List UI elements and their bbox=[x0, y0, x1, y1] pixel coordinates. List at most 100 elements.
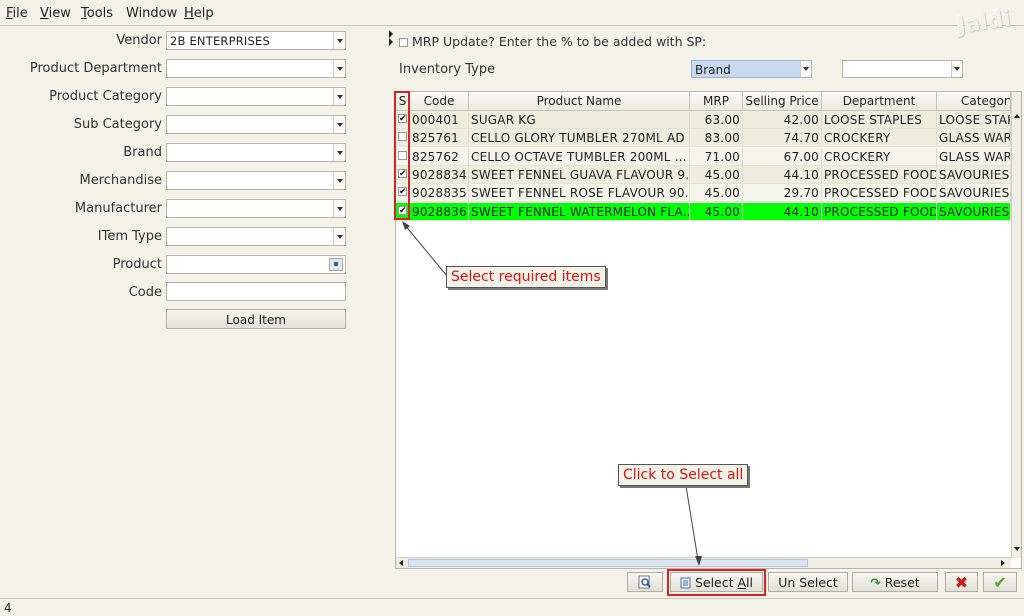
menu-file[interactable]: File bbox=[6, 6, 28, 21]
menu-window[interactable]: Window bbox=[126, 6, 177, 21]
cell-selling-price: 29.70 bbox=[743, 184, 822, 203]
ok-button[interactable]: ✔ bbox=[983, 572, 1017, 592]
product-department-combo[interactable] bbox=[166, 59, 346, 78]
cell-product-name: CELLO OCTAVE TUMBLER 200ML ... bbox=[469, 147, 690, 166]
chevron-down-icon[interactable] bbox=[951, 61, 962, 77]
preview-button[interactable] bbox=[627, 572, 663, 592]
cell-selling-price: 74.70 bbox=[743, 129, 822, 148]
inventory-value-combo[interactable] bbox=[842, 60, 963, 78]
mrp-update-option[interactable]: MRP Update? Enter the % to be added with… bbox=[399, 34, 706, 49]
cell-mrp: 83.00 bbox=[690, 129, 743, 148]
merchandise-combo[interactable] bbox=[166, 171, 346, 190]
item-type-combo[interactable] bbox=[166, 227, 346, 246]
mrp-update-label: MRP Update? Enter the % to be added with… bbox=[412, 34, 707, 49]
cell-department: PROCESSED FOOD bbox=[822, 184, 937, 203]
scroll-down-icon[interactable] bbox=[1014, 547, 1020, 551]
cell-code: 9028834 bbox=[410, 165, 469, 184]
sub-category-combo[interactable] bbox=[166, 115, 346, 134]
chevron-down-icon[interactable] bbox=[333, 172, 345, 189]
mrp-update-checkbox[interactable] bbox=[399, 38, 408, 47]
code-input[interactable] bbox=[166, 282, 346, 301]
product-category-combo[interactable] bbox=[166, 87, 346, 106]
bottom-toolbar: Select All Un Select ↷ Reset ✖ ✔ bbox=[0, 570, 1024, 596]
product-input[interactable] bbox=[166, 255, 346, 274]
magnifier-icon bbox=[638, 575, 651, 589]
table-row[interactable]: ✔ 9028835 SWEET FENNEL ROSE FLAVOUR 90... 4… bbox=[396, 184, 1011, 203]
horizontal-scrollbar[interactable] bbox=[396, 557, 1011, 568]
menu-tools[interactable]: Tools bbox=[81, 6, 113, 21]
cell-department: CROCKERY bbox=[822, 147, 937, 166]
cell-mrp: 71.00 bbox=[690, 147, 743, 166]
cell-product-name: SWEET FENNEL WATERMELON FLA... bbox=[469, 202, 690, 221]
vendor-value: 2B ENTERPRISES bbox=[170, 34, 270, 48]
splitter-arrow-icon[interactable] bbox=[389, 38, 393, 46]
grid-header: S Code Product Name MRP Selling Price De… bbox=[396, 92, 1021, 111]
cell-selling-price: 44.10 bbox=[743, 202, 822, 221]
callout-select-all: Click to Select all bbox=[618, 464, 749, 486]
chevron-down-icon[interactable] bbox=[333, 88, 345, 105]
items-grid: S Code Product Name MRP Selling Price De… bbox=[395, 91, 1022, 569]
chevron-down-icon[interactable] bbox=[333, 144, 345, 161]
cell-category: LOOSE STAPLES bbox=[937, 111, 1011, 129]
reset-label: Reset bbox=[884, 575, 920, 590]
table-row[interactable]: ✔ 9028834 SWEET FENNEL GUAVA FLAVOUR 9... 4… bbox=[396, 165, 1011, 184]
unselect-button[interactable]: Un Select bbox=[768, 572, 848, 592]
reset-icon: ↷ bbox=[870, 575, 881, 590]
sub-category-label: Sub Category bbox=[73, 117, 162, 132]
chevron-down-icon[interactable] bbox=[333, 200, 345, 217]
menu-bar: File View Tools Window Help bbox=[0, 0, 1024, 26]
cell-department: PROCESSED FOOD bbox=[822, 202, 937, 221]
cell-department: PROCESSED FOOD bbox=[822, 165, 937, 184]
cell-code: 825761 bbox=[410, 129, 469, 148]
table-row[interactable]: 825761 CELLO GLORY TUMBLER 270ML AD 83.00 7… bbox=[396, 129, 1011, 148]
cell-code: 825762 bbox=[410, 147, 469, 166]
reset-button[interactable]: ↷ Reset bbox=[852, 572, 938, 592]
column-header-product-name[interactable]: Product Name bbox=[469, 92, 690, 111]
cell-category: SAVOURIES bbox=[937, 202, 1011, 221]
menu-help[interactable]: Help bbox=[184, 6, 214, 21]
close-button[interactable]: ✖ bbox=[945, 572, 978, 592]
brand-combo[interactable] bbox=[166, 143, 346, 162]
scroll-right-icon[interactable] bbox=[1001, 560, 1005, 566]
table-row[interactable]: 825762 CELLO OCTAVE TUMBLER 200ML ... 71.0… bbox=[396, 147, 1011, 166]
close-icon: ✖ bbox=[954, 573, 969, 592]
status-bar: 4 bbox=[0, 598, 1024, 616]
inventory-type-combo[interactable]: Brand bbox=[691, 60, 812, 78]
scroll-left-icon[interactable] bbox=[399, 560, 403, 566]
manufacturer-combo[interactable] bbox=[166, 199, 346, 218]
cell-mrp: 45.00 bbox=[690, 165, 743, 184]
chevron-down-icon[interactable] bbox=[333, 116, 345, 133]
menu-view[interactable]: View bbox=[40, 6, 71, 21]
check-icon: ✔ bbox=[993, 573, 1007, 592]
chevron-down-icon[interactable] bbox=[800, 61, 811, 77]
chevron-down-icon[interactable] bbox=[333, 60, 345, 77]
cell-category: GLASS WARE bbox=[937, 129, 1011, 148]
vertical-scrollbar[interactable] bbox=[1011, 92, 1021, 558]
item-type-label: ITem Type bbox=[97, 229, 162, 244]
column-header-code[interactable]: Code bbox=[410, 92, 469, 111]
merchandise-label: Merchandise bbox=[79, 173, 162, 188]
cell-mrp: 45.00 bbox=[690, 184, 743, 203]
cell-category: SAVOURIES bbox=[937, 165, 1011, 184]
chevron-down-icon[interactable] bbox=[333, 32, 345, 49]
column-header-mrp[interactable]: MRP bbox=[690, 92, 743, 111]
column-header-department[interactable]: Department bbox=[822, 92, 937, 111]
vendor-combo[interactable]: 2B ENTERPRISES bbox=[166, 31, 346, 50]
browse-icon[interactable] bbox=[329, 258, 343, 271]
app-logo: Jaldi bbox=[955, 6, 1013, 39]
select-all-highlight bbox=[667, 569, 766, 596]
status-count: 4 bbox=[4, 601, 12, 615]
scroll-up-icon[interactable] bbox=[1014, 114, 1020, 118]
splitter-arrow-icon[interactable] bbox=[389, 30, 393, 38]
table-row[interactable]: ✔ 000401 SUGAR KG 63.00 42.00 LOOSE STAPLES LO… bbox=[396, 111, 1011, 129]
product-department-label: Product Department bbox=[29, 61, 162, 76]
horizontal-scroll-thumb[interactable] bbox=[408, 559, 808, 567]
column-header-category[interactable]: Category bbox=[937, 92, 1011, 111]
column-header-selling-price[interactable]: Selling Price bbox=[743, 92, 822, 111]
inventory-type-label: Inventory Type bbox=[399, 62, 496, 77]
chevron-down-icon[interactable] bbox=[333, 228, 345, 245]
load-item-button[interactable]: Load Item bbox=[166, 309, 346, 329]
cell-product-name: CELLO GLORY TUMBLER 270ML AD bbox=[469, 129, 690, 148]
brand-label: Brand bbox=[123, 145, 162, 160]
table-row[interactable]: ✔ 9028836 SWEET FENNEL WATERMELON FLA... 45… bbox=[396, 202, 1011, 221]
